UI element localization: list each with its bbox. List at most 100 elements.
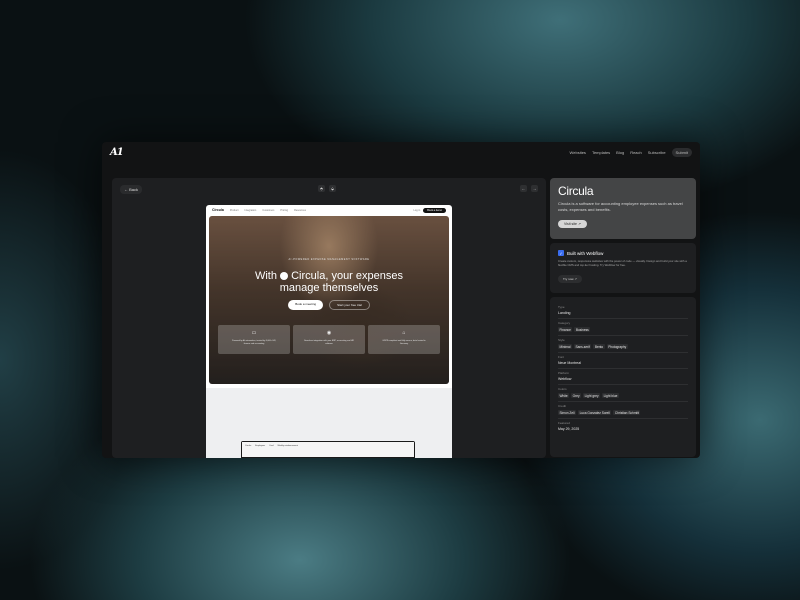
nav-reach[interactable]: Reach [630,150,642,155]
laptop-col: Card [269,445,274,447]
preview-brand: Circula [212,208,224,212]
lock-icon: ⌂ [402,330,406,336]
feature-card: ▭ Powered by AI automation, trusted by 3… [218,325,290,354]
tag[interactable]: Business [574,327,591,332]
tag[interactable]: Minimal [558,344,572,349]
headline-part-2: Circula, your expenses [291,270,403,282]
tag[interactable]: Light blue [602,393,619,398]
preview-link: Product [229,208,239,212]
laptop-col: Weekly reimbursement [277,445,298,447]
detail-row-credit: Credit Simon Zell Luca Gonzalez Sorell C… [558,402,688,419]
headline-part-1: With [254,270,277,282]
hero-buttons: Book a meeting Start your free trial [209,300,449,310]
view-toggle-icon[interactable]: ⬘ [318,185,325,192]
detail-row-platform: Platform Webflow [558,369,688,385]
webflow-header: ✓ Built with Webflow [558,250,688,256]
preview-login: Log in [413,208,421,212]
detail-label: Font [558,355,565,359]
headline-part-3: manage themselves [279,282,379,294]
preview-panel: ← Back ⬘ ⬙ ← → Circula Product Integrati… [112,178,546,458]
tag[interactable]: Luca Gonzalez Sorell [578,410,612,415]
feature-card-text: GDPR-compliant and fully secure, data ho… [382,340,426,345]
tag[interactable]: Finance [558,327,573,332]
preview-link: Resources [294,208,307,212]
detail-tags: Minimal Sans-serif Bento Photography [558,344,688,349]
detail-value[interactable]: Neue Montreal [558,361,688,365]
preview-link: Customers [262,208,275,212]
webflow-card: ✓ Built with Webflow Create custom, resp… [550,243,696,293]
laptop-col: Employees [255,445,266,447]
laptop-screen: Circula Employees Card Weekly reimbursem… [242,442,414,457]
hero-secondary-button: Start your free trial [329,300,370,310]
nav-blog[interactable]: Blog [616,150,624,155]
view-mode-icon[interactable]: ⬙ [329,185,336,192]
visit-site-button[interactable]: Visit site ↗ [558,220,587,228]
check-icon: ✓ [558,250,564,256]
preview-toolbar: ← Back ⬘ ⬙ ← → [112,178,546,200]
prev-arrow-icon[interactable]: ← [520,185,527,192]
preview-link: Integration [244,208,257,212]
tag[interactable]: Photography [606,344,628,349]
top-nav: Websites Templates Blog Reach Subscribe … [570,147,692,157]
site-info-card: Circula Circula is a software for accoun… [550,178,696,239]
preview-lower-section: Circula Employees Card Weekly reimbursem… [206,388,452,458]
tag[interactable]: Christian Schmitt [613,410,641,415]
site-description: Circula is a software for accounting emp… [558,201,683,212]
nav-subscribe[interactable]: Subscribe [648,150,666,155]
back-button[interactable]: ← Back [120,184,143,194]
tag[interactable]: Grey [571,393,582,398]
hero-primary-button: Book a meeting [288,300,324,310]
detail-label: Category [558,321,571,325]
site-title: Circula [558,184,594,198]
detail-row-font: Font Neue Montreal [558,353,688,369]
tag[interactable]: Simon Zell [558,410,577,415]
pager: ← → [520,185,538,192]
try-now-button[interactable]: Try now ↗ [558,275,582,283]
nav-templates[interactable]: Templates [592,150,610,155]
preview-nav-right: Log in Book a demo [413,207,446,213]
feature-card-text: Powered by AI automation, trusted by 3,0… [232,340,276,345]
detail-row-featured: Featured May 29, 2025 [558,419,688,434]
detail-label: Featured [558,421,571,425]
monitor-icon: ▭ [251,330,257,336]
laptop-brand: Circula [245,445,252,447]
site-logo[interactable]: A1 [110,147,124,158]
preview-nav: Circula Product Integration Customers Pr… [206,205,452,215]
tag[interactable]: Light grey [583,393,601,398]
detail-tags: Finance Business [558,327,688,332]
website-preview[interactable]: Circula Product Integration Customers Pr… [206,205,452,458]
detail-value[interactable]: Landing [558,311,688,315]
preview-hero: AI-POWERED EXPENSE MANAGEMENT SOFTWARE W… [209,216,449,384]
detail-tags: White Grey Light grey Light blue [558,393,688,398]
detail-row-colors: Colors White Grey Light grey Light blue [558,385,688,402]
info-sidebar: Circula Circula is a software for accoun… [550,178,696,457]
detail-label: Style [558,338,565,342]
webflow-title: Built with Webflow [567,250,604,256]
submit-button[interactable]: Submit [671,147,692,157]
detail-label: Credit [558,404,567,408]
detail-label: Platform [558,371,570,375]
tag[interactable]: Sans-serif [573,344,592,349]
circula-dot-icon [280,272,289,280]
detail-row-style: Style Minimal Sans-serif Bento Photograp… [558,336,688,353]
tag[interactable]: Bento [593,344,605,349]
detail-row-category: Category Finance Business [558,319,688,336]
next-arrow-icon[interactable]: → [531,185,538,192]
tag[interactable]: White [558,393,570,398]
laptop-mockup: Circula Employees Card Weekly reimbursem… [241,441,415,458]
detail-tags: Simon Zell Luca Gonzalez Sorell Christia… [558,410,688,415]
feature-card: ◉ Seamless integration with your ERP, ac… [293,325,365,354]
detail-label: Type [558,305,565,309]
eye-icon: ◉ [326,330,332,336]
webflow-description: Create custom, responsive websites with … [558,259,687,267]
nav-websites[interactable]: Websites [570,150,586,155]
feature-card: ⌂ GDPR-compliant and fully secure, data … [368,325,440,354]
details-card: Type Landing Category Finance Business S… [550,297,696,457]
app-window: A1 Websites Templates Blog Reach Subscri… [102,142,700,458]
detail-value[interactable]: Webflow [558,377,688,381]
preview-demo-button: Book a demo [423,207,446,213]
preview-link: Pricing [280,208,289,212]
detail-value: May 29, 2025 [558,427,580,431]
detail-label: Colors [558,387,567,391]
hero-headline: With Circula, your expenses manage thems… [209,270,449,294]
